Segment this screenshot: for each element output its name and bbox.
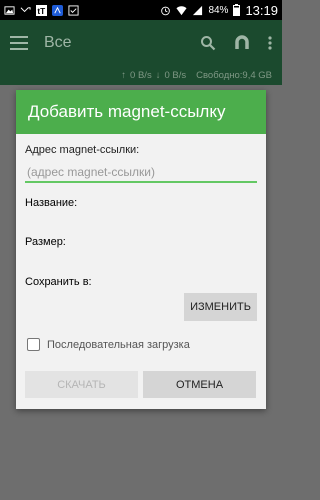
download-arrow-icon: ↓ — [155, 69, 161, 81]
search-icon[interactable] — [200, 35, 216, 51]
magnet-address-input[interactable] — [25, 162, 257, 183]
missed-call-icon — [20, 6, 31, 12]
status-bar: tT 84% 13:19 — [0, 0, 282, 20]
dialog-title: Добавить magnet-ссылку — [16, 90, 266, 134]
size-label: Размер: — [25, 236, 66, 248]
address-label: Адрес magnet-ссылки: — [25, 144, 140, 156]
battery-icon — [233, 4, 241, 16]
signal-icon — [193, 5, 203, 15]
tt-app-icon: tT — [36, 4, 47, 16]
page-title: Все — [44, 33, 72, 51]
sequential-download-checkbox[interactable] — [27, 338, 40, 351]
clock: 13:19 — [245, 2, 278, 18]
download-done-icon — [68, 4, 79, 16]
sequential-download-option[interactable]: Последовательная загрузка — [27, 338, 190, 351]
menu-icon[interactable] — [10, 35, 28, 50]
image-icon — [4, 5, 15, 15]
add-magnet-dialog: Добавить magnet-ссылку Адрес magnet-ссыл… — [16, 90, 266, 409]
download-button[interactable]: СКАЧАТЬ — [25, 371, 138, 398]
notification-icons: tT — [4, 4, 160, 16]
name-label: Название: — [25, 197, 78, 209]
download-speed: 0 B/s — [164, 69, 187, 81]
upload-speed: 0 B/s — [130, 69, 152, 81]
app-bar: Все — [0, 20, 282, 65]
upload-arrow-icon: ↑ — [121, 69, 127, 81]
transfer-info-bar: ↑ 0 B/s ↓ 0 B/s Свободно:9,4 GB — [0, 65, 282, 85]
svg-text:tT: tT — [37, 7, 45, 16]
battery-percent: 84% — [208, 4, 229, 16]
change-folder-button[interactable]: ИЗМЕНИТЬ — [184, 293, 257, 321]
free-space: Свободно:9,4 GB — [196, 69, 272, 81]
more-vert-icon[interactable] — [268, 35, 272, 50]
wifi-icon — [176, 5, 187, 15]
magnet-icon[interactable] — [234, 34, 250, 51]
cancel-button[interactable]: ОТМЕНА — [143, 371, 256, 398]
alarm-icon — [161, 6, 171, 15]
sequential-download-label: Последовательная загрузка — [47, 338, 190, 351]
app-icon — [52, 4, 63, 16]
save-to-label: Сохранить в: — [25, 276, 92, 288]
